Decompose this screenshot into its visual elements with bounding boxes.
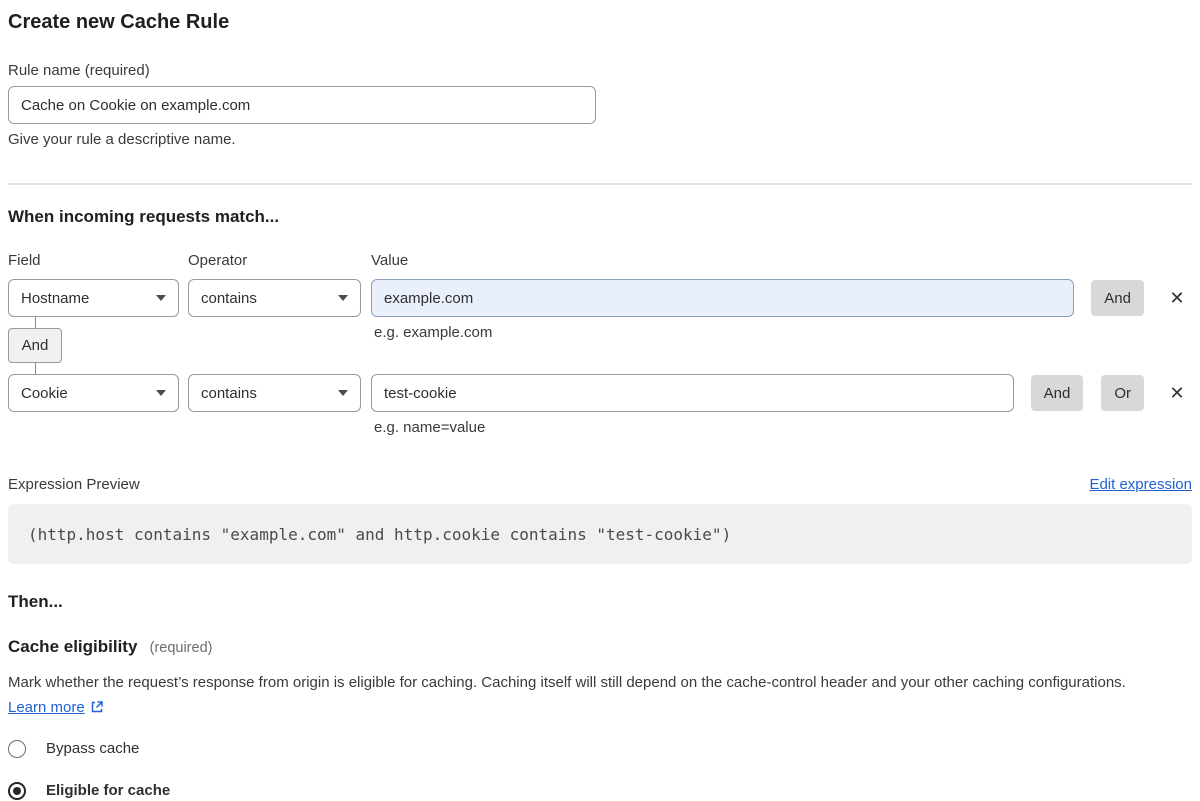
add-and-condition-button[interactable]: And — [1091, 280, 1144, 316]
chevron-down-icon — [156, 295, 166, 301]
description-text: Mark whether the request’s response from… — [8, 674, 1126, 691]
field-column-label: Field — [8, 251, 188, 271]
close-icon: ✕ — [1169, 383, 1184, 403]
remove-condition-button[interactable]: ✕ — [1162, 280, 1192, 316]
option-bypass-cache: Bypass cache — [8, 739, 1192, 759]
value-column: e.g. name=value — [371, 374, 1014, 412]
learn-more-link[interactable]: Learn more — [8, 699, 85, 716]
connector-line — [35, 363, 36, 374]
value-hint: e.g. example.com — [374, 323, 492, 343]
expression-preview-header: Expression Preview Edit expression — [8, 475, 1192, 495]
cache-eligibility-title: Cache eligibility — [8, 637, 137, 656]
value-input[interactable] — [371, 279, 1074, 317]
operator-select-value: contains — [201, 385, 257, 402]
rule-name-input[interactable] — [8, 86, 596, 124]
cache-eligibility-heading: Cache eligibility (required) — [8, 636, 1192, 659]
field-select-value: Hostname — [21, 290, 89, 307]
option-label[interactable]: Bypass cache — [46, 739, 139, 759]
field-select[interactable]: Cookie — [8, 374, 179, 412]
condition-column-headers: Field Operator Value — [8, 251, 1192, 271]
condition-actions: And Or ✕ — [1031, 375, 1192, 411]
remove-condition-button[interactable]: ✕ — [1162, 375, 1192, 411]
expression-preview-label: Expression Preview — [8, 475, 140, 495]
connector-and-button[interactable]: And — [8, 328, 62, 363]
value-input[interactable] — [371, 374, 1014, 412]
cache-eligibility-description: Mark whether the request’s response from… — [8, 670, 1166, 722]
condition-row: Hostname contains e.g. example.com And ✕ — [8, 279, 1192, 317]
edit-expression-link[interactable]: Edit expression — [1089, 475, 1192, 495]
radio-button[interactable] — [8, 782, 26, 800]
option-eligible-for-cache: Eligible for cache — [8, 781, 1192, 801]
chevron-down-icon — [338, 390, 348, 396]
operator-column-label: Operator — [188, 251, 371, 271]
value-column: e.g. example.com — [371, 279, 1074, 317]
value-column-label: Value — [371, 251, 1192, 271]
section-divider — [8, 183, 1192, 185]
match-heading: When incoming requests match... — [8, 206, 1192, 228]
rule-name-help: Give your rule a descriptive name. — [8, 130, 1192, 150]
field-select[interactable]: Hostname — [8, 279, 179, 317]
close-icon: ✕ — [1169, 288, 1184, 308]
value-hint: e.g. name=value — [374, 418, 485, 438]
required-note: (required) — [150, 640, 213, 656]
then-heading: Then... — [8, 591, 1192, 613]
chevron-down-icon — [156, 390, 166, 396]
rule-name-label: Rule name (required) — [8, 61, 1192, 81]
condition-actions: And ✕ — [1091, 280, 1192, 316]
connector-line — [35, 317, 36, 328]
operator-select[interactable]: contains — [188, 374, 361, 412]
add-and-condition-button[interactable]: And — [1031, 375, 1084, 411]
condition-connector: And — [8, 317, 70, 374]
chevron-down-icon — [338, 295, 348, 301]
page-title: Create new Cache Rule — [8, 10, 1192, 34]
condition-row: Cookie contains e.g. name=value And Or ✕ — [8, 374, 1192, 412]
add-or-condition-button[interactable]: Or — [1101, 375, 1144, 411]
operator-select-value: contains — [201, 290, 257, 307]
radio-button[interactable] — [8, 740, 26, 758]
external-link-icon — [90, 697, 104, 722]
option-label[interactable]: Eligible for cache — [46, 781, 170, 801]
field-select-value: Cookie — [21, 385, 68, 402]
operator-select[interactable]: contains — [188, 279, 361, 317]
expression-preview-code: (http.host contains "example.com" and ht… — [8, 504, 1192, 564]
